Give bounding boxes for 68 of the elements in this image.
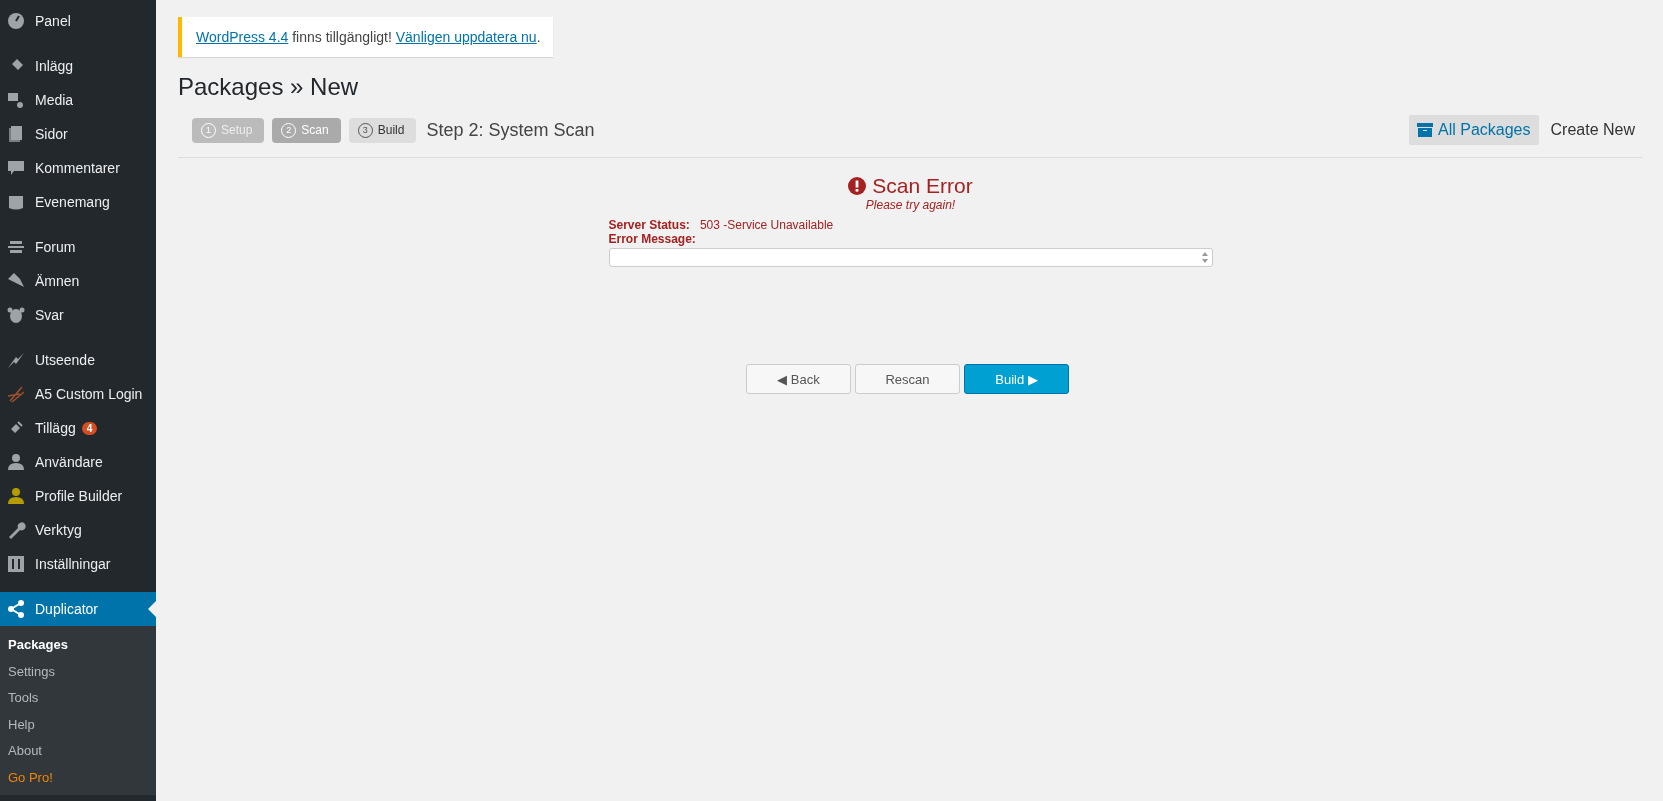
sidebar-label: Forum	[35, 239, 76, 255]
share-icon	[6, 599, 26, 619]
sidebar-item[interactable]: Användare	[0, 445, 156, 479]
sidebar-item[interactable]: Forum	[0, 230, 156, 264]
sidebar-item[interactable]: Utseende	[0, 343, 156, 377]
sidebar-item[interactable]: Inställningar	[0, 547, 156, 581]
error-subtitle: Please try again!	[864, 198, 957, 212]
sidebar-label: Profile Builder	[35, 488, 123, 504]
sidebar-item[interactable]: Sidor	[0, 117, 156, 151]
sidebar-label: Inlägg	[35, 58, 74, 74]
sidebar-item[interactable]: Ämnen	[0, 264, 156, 298]
sidebar-item[interactable]: Kommentarer	[0, 151, 156, 185]
notice-link[interactable]: Vänligen uppdatera nu	[395, 29, 537, 45]
login-icon	[6, 384, 26, 404]
notice-link[interactable]: WordPress 4.4	[196, 29, 289, 45]
sidebar-label: Panel	[35, 13, 71, 29]
spinner-arrows-icon	[1200, 251, 1209, 264]
step-indicator: 3 Build	[348, 117, 417, 143]
user-icon	[6, 486, 26, 506]
sidebar-label: Användare	[35, 454, 103, 470]
sidebar-item[interactable]: Panel	[0, 4, 156, 38]
step-indicator: 2 Scan	[272, 117, 341, 143]
sidebar-label: Svar	[35, 307, 64, 323]
archive-box-icon	[1417, 123, 1433, 137]
sidebar-item[interactable]: Tillägg 4	[0, 411, 156, 445]
submenu-link[interactable]: Go Pro!	[0, 764, 156, 791]
sliders-icon	[6, 554, 26, 574]
sidebar-item[interactable]: Duplicator	[0, 592, 156, 626]
submenu-link[interactable]: Help	[0, 711, 156, 738]
error-title: Scan Error	[872, 174, 973, 198]
field-label: Server Status:	[608, 218, 690, 232]
submenu-link[interactable]: About	[0, 738, 156, 765]
sidebar-item[interactable]: Media	[0, 83, 156, 117]
sidebar-label: Tillägg	[35, 420, 76, 436]
step-title: Step 2: System Scan	[426, 119, 595, 141]
field-label: Error Message:	[608, 232, 696, 246]
sidebar-label: Media	[35, 92, 74, 108]
submenu-link[interactable]: Tools	[0, 685, 156, 712]
sidebar-label: Verktyg	[35, 522, 82, 538]
sidebar-label: Kommentarer	[35, 160, 120, 176]
sidebar-item[interactable]: Verktyg	[0, 513, 156, 547]
error-message-field[interactable]	[608, 248, 1213, 267]
dashboard-icon	[6, 11, 26, 31]
submenu-link[interactable]: Settings	[0, 658, 156, 685]
error-icon	[848, 177, 867, 195]
sidebar-item[interactable]: Svar	[0, 298, 156, 332]
page-title: Packages » New	[178, 73, 360, 101]
submenu-link[interactable]: Packages	[0, 632, 156, 659]
sidebar-item[interactable]: Evenemang	[0, 185, 156, 219]
sidebar-label: Duplicator	[35, 601, 99, 617]
header-tab[interactable]: Create New	[1542, 115, 1643, 145]
action-button[interactable]: Rescan	[855, 364, 960, 394]
action-button[interactable]: ◀ Back	[746, 364, 851, 394]
sidebar-label: Ämnen	[35, 273, 80, 289]
update-count-badge: 4	[81, 421, 98, 435]
sidebar-label: Inställningar	[35, 556, 111, 572]
sidebar-label: Utseende	[35, 352, 95, 368]
sidebar-label: A5 Custom Login	[35, 386, 143, 402]
sidebar-label: Sidor	[35, 126, 68, 142]
update-notice: WordPress 4.4 finns tillgängligt! Vänligen uppdatera nu.	[178, 17, 553, 57]
sidebar-item[interactable]: A5 Custom Login	[0, 377, 156, 411]
sidebar-label: Evenemang	[35, 194, 110, 210]
sidebar-item[interactable]: Profile Builder	[0, 479, 156, 513]
media-icon	[6, 90, 26, 110]
user-icon	[6, 452, 26, 472]
header-tab[interactable]: All Packages	[1409, 115, 1539, 145]
field-value: 503 -Service Unavailable	[699, 218, 834, 232]
sidebar-item[interactable]: Inlägg	[0, 49, 156, 83]
